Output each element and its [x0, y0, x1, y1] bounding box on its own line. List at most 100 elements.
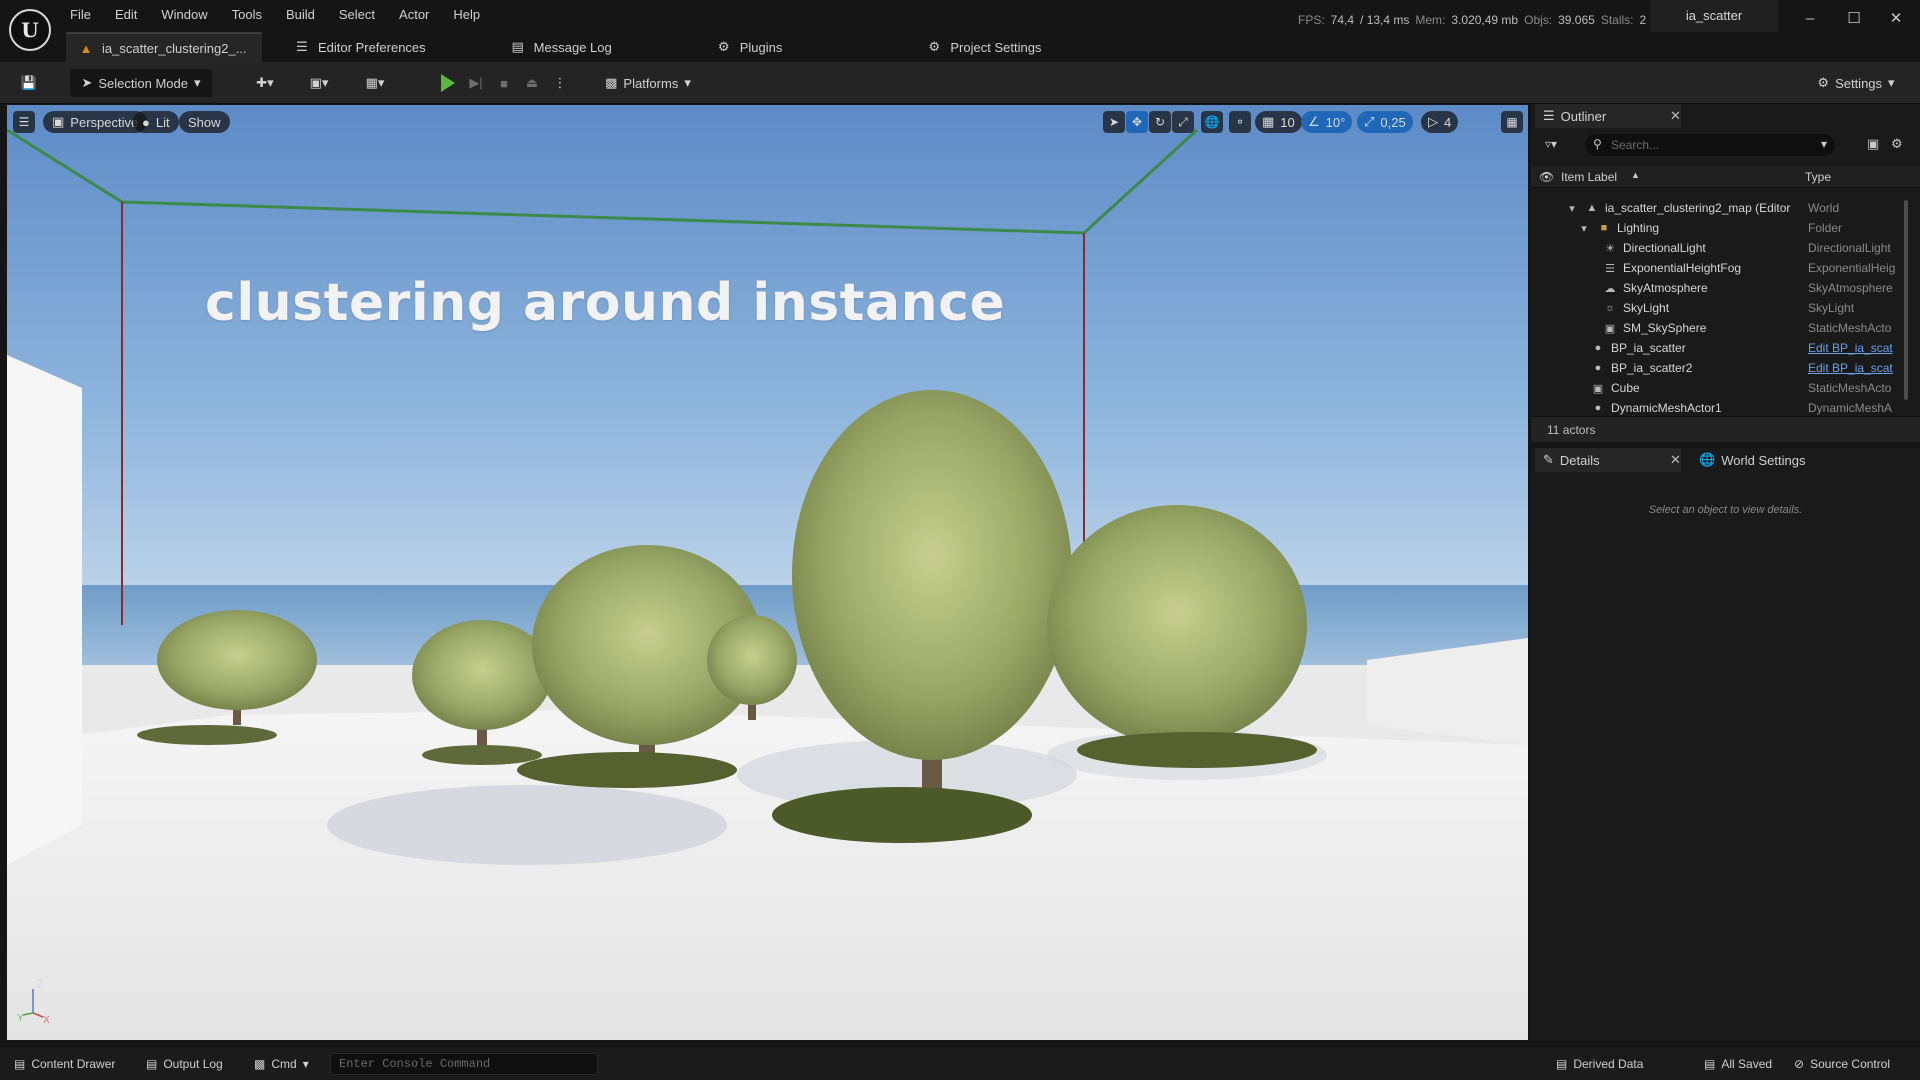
- edit-blueprint-link[interactable]: Edit BP_ia_scat: [1808, 361, 1908, 375]
- eject-button[interactable]: ⏏: [520, 69, 544, 97]
- menu-select[interactable]: Select: [327, 4, 387, 26]
- stop-button[interactable]: ■: [492, 69, 516, 97]
- all-saved-button[interactable]: ▤ All Saved: [1704, 1047, 1772, 1080]
- lit-button[interactable]: ● Lit: [133, 111, 179, 133]
- menu-tools[interactable]: Tools: [220, 4, 274, 26]
- content-drawer-label: Content Drawer: [31, 1057, 116, 1071]
- surface-snap-icon[interactable]: ⚬: [1229, 111, 1251, 133]
- add-folder-icon[interactable]: ▣: [1867, 136, 1879, 152]
- details-tab[interactable]: ✎ Details: [1535, 448, 1681, 472]
- add-actor-button[interactable]: ✚▾: [246, 69, 284, 97]
- content-drawer-button[interactable]: ▤ Content Drawer: [14, 1047, 115, 1080]
- grid-snap-button[interactable]: ▦ 10: [1255, 111, 1302, 133]
- tree-row-sky-sphere[interactable]: ▣ SM_SkySphere StaticMeshActo: [1531, 318, 1911, 338]
- static-mesh-icon: ▣: [1604, 322, 1616, 335]
- menu-build[interactable]: Build: [274, 4, 327, 26]
- tree-row-world[interactable]: ▾ ▲ ia_scatter_clustering2_map (Editor W…: [1531, 198, 1911, 218]
- outliner-scrollbar[interactable]: [1904, 200, 1908, 400]
- expand-arrow-icon[interactable]: ▾: [1565, 202, 1579, 215]
- search-placeholder: Search...: [1611, 138, 1660, 152]
- tab-level[interactable]: ▲ ia_scatter_clustering2_...: [66, 32, 262, 62]
- settings-dropdown[interactable]: ⚙ Settings ▾: [1810, 69, 1902, 97]
- tree-row-directional-light[interactable]: ☀ DirectionalLight DirectionalLight: [1531, 238, 1911, 258]
- menu-actor[interactable]: Actor: [387, 4, 441, 26]
- close-details-icon[interactable]: ✕: [1670, 452, 1681, 468]
- translate-tool-icon[interactable]: ✥: [1126, 111, 1148, 133]
- tree-row-cube[interactable]: ▣ Cube StaticMeshActo: [1531, 378, 1911, 398]
- tree-row-lighting[interactable]: ▾ ■ Lighting Folder: [1531, 218, 1911, 238]
- maximize-icon[interactable]: ☐: [1840, 6, 1868, 32]
- source-control-button[interactable]: ⊘ Source Control: [1794, 1047, 1890, 1080]
- select-tool-icon[interactable]: ➤: [1103, 111, 1125, 133]
- column-type[interactable]: Type: [1805, 170, 1831, 184]
- tab-message-log[interactable]: ▤ Message Log: [498, 32, 624, 62]
- play-button[interactable]: [436, 69, 460, 97]
- menu-edit[interactable]: Edit: [103, 4, 149, 26]
- platforms-dropdown[interactable]: ▩ Platforms ▾: [598, 69, 698, 97]
- rotate-tool-icon[interactable]: ↻: [1149, 111, 1171, 133]
- white-wall-left: [7, 355, 82, 865]
- tab-plugins[interactable]: ⚙ Plugins: [704, 32, 795, 62]
- blueprint-button[interactable]: ▣▾: [300, 69, 338, 97]
- scale-snap-button[interactable]: ⤢ 0,25: [1357, 111, 1413, 133]
- viewport-menu-icon[interactable]: ☰: [13, 111, 35, 133]
- gear-icon: ⚙: [1817, 75, 1830, 90]
- more-options-button[interactable]: ⋮: [548, 69, 572, 97]
- tree-row-fog[interactable]: ☰ ExponentialHeightFog ExponentialHeig: [1531, 258, 1911, 278]
- chevron-down-icon: ▾: [194, 75, 201, 90]
- close-outliner-icon[interactable]: ✕: [1670, 108, 1681, 124]
- save-icon[interactable]: 💾: [16, 69, 42, 97]
- visibility-eye-icon[interactable]: 👁: [1539, 170, 1554, 184]
- world-settings-tab[interactable]: 🌐 World Settings: [1691, 448, 1813, 472]
- cmd-dropdown[interactable]: ▩ Cmd ▾: [254, 1047, 309, 1080]
- camera-speed-button[interactable]: ▷ 4: [1421, 111, 1459, 133]
- close-window-icon[interactable]: ✕: [1882, 6, 1910, 32]
- tree-row-sky-atmosphere[interactable]: ☁ SkyAtmosphere SkyAtmosphere: [1531, 278, 1911, 298]
- search-dropdown-icon[interactable]: ▾: [1821, 137, 1827, 151]
- outliner-icon: ☰: [1543, 108, 1555, 123]
- tree-label: Lighting: [1617, 221, 1660, 235]
- tab-project-settings[interactable]: ⚙ Project Settings: [914, 32, 1053, 62]
- tree-row-bp-ia-scatter[interactable]: ● BP_ia_scatter Edit BP_ia_scat: [1531, 338, 1911, 358]
- tab-project-settings-label: Project Settings: [950, 39, 1042, 55]
- viewport-layout-icon[interactable]: ▦: [1501, 111, 1523, 133]
- menu-help[interactable]: Help: [441, 4, 492, 26]
- filter-icon[interactable]: ▿▾: [1545, 137, 1557, 151]
- world-space-icon[interactable]: 🌐: [1201, 111, 1223, 133]
- pencil-icon: ✎: [1543, 452, 1554, 467]
- tree-type: StaticMeshActo: [1808, 381, 1892, 395]
- rotation-snap-button[interactable]: ∠ 10°: [1301, 111, 1353, 133]
- outliner-settings-gear-icon[interactable]: ⚙: [1891, 136, 1903, 152]
- tree-row-dynamic-mesh[interactable]: ● DynamicMeshActor1 DynamicMeshA: [1531, 398, 1911, 418]
- perspective-button[interactable]: ▣ Perspective: [43, 111, 148, 133]
- sky: [7, 105, 1528, 645]
- show-button[interactable]: Show: [179, 111, 230, 133]
- level-viewport[interactable]: clustering around instance ☰ ▣ Perspecti…: [7, 105, 1528, 1040]
- outliner-tab[interactable]: ☰ Outliner: [1535, 104, 1681, 128]
- settings-label: Settings: [1835, 75, 1883, 91]
- unreal-logo-icon[interactable]: U: [9, 9, 51, 51]
- output-log-button[interactable]: ▤ Output Log: [146, 1047, 223, 1080]
- step-button[interactable]: ▶|: [464, 69, 488, 97]
- output-log-icon: ▤: [146, 1057, 158, 1071]
- eject-icon: ⏏: [525, 75, 539, 90]
- cube-icon: ▣: [52, 114, 65, 129]
- outliner-search-input[interactable]: ⚲ Search... ▾: [1585, 134, 1835, 156]
- document-tabs: ▲ ia_scatter_clustering2_... ☰ Editor Pr…: [66, 32, 1053, 62]
- selection-mode-dropdown[interactable]: ➤ Selection Mode ▾: [70, 69, 212, 97]
- cinematics-button[interactable]: ▦▾: [356, 69, 394, 97]
- tree-label: ia_scatter_clustering2_map (Editor: [1605, 201, 1791, 215]
- menu-file[interactable]: File: [60, 4, 103, 26]
- minimize-icon[interactable]: –: [1796, 6, 1824, 32]
- expand-arrow-icon[interactable]: ▾: [1577, 222, 1591, 235]
- tab-editor-preferences[interactable]: ☰ Editor Preferences: [282, 32, 438, 62]
- derived-data-button[interactable]: ▤ Derived Data: [1556, 1047, 1643, 1080]
- scale-tool-icon[interactable]: ⤢: [1172, 111, 1194, 133]
- axis-x-line: [32, 1012, 44, 1018]
- column-item-label[interactable]: Item Label: [1561, 170, 1617, 184]
- tree-row-sky-light[interactable]: ☼ SkyLight SkyLight: [1531, 298, 1911, 318]
- menu-window[interactable]: Window: [149, 4, 219, 26]
- edit-blueprint-link[interactable]: Edit BP_ia_scat: [1808, 341, 1908, 355]
- tree-row-bp-ia-scatter2[interactable]: ● BP_ia_scatter2 Edit BP_ia_scat: [1531, 358, 1911, 378]
- console-command-input[interactable]: Enter Console Command: [330, 1053, 598, 1075]
